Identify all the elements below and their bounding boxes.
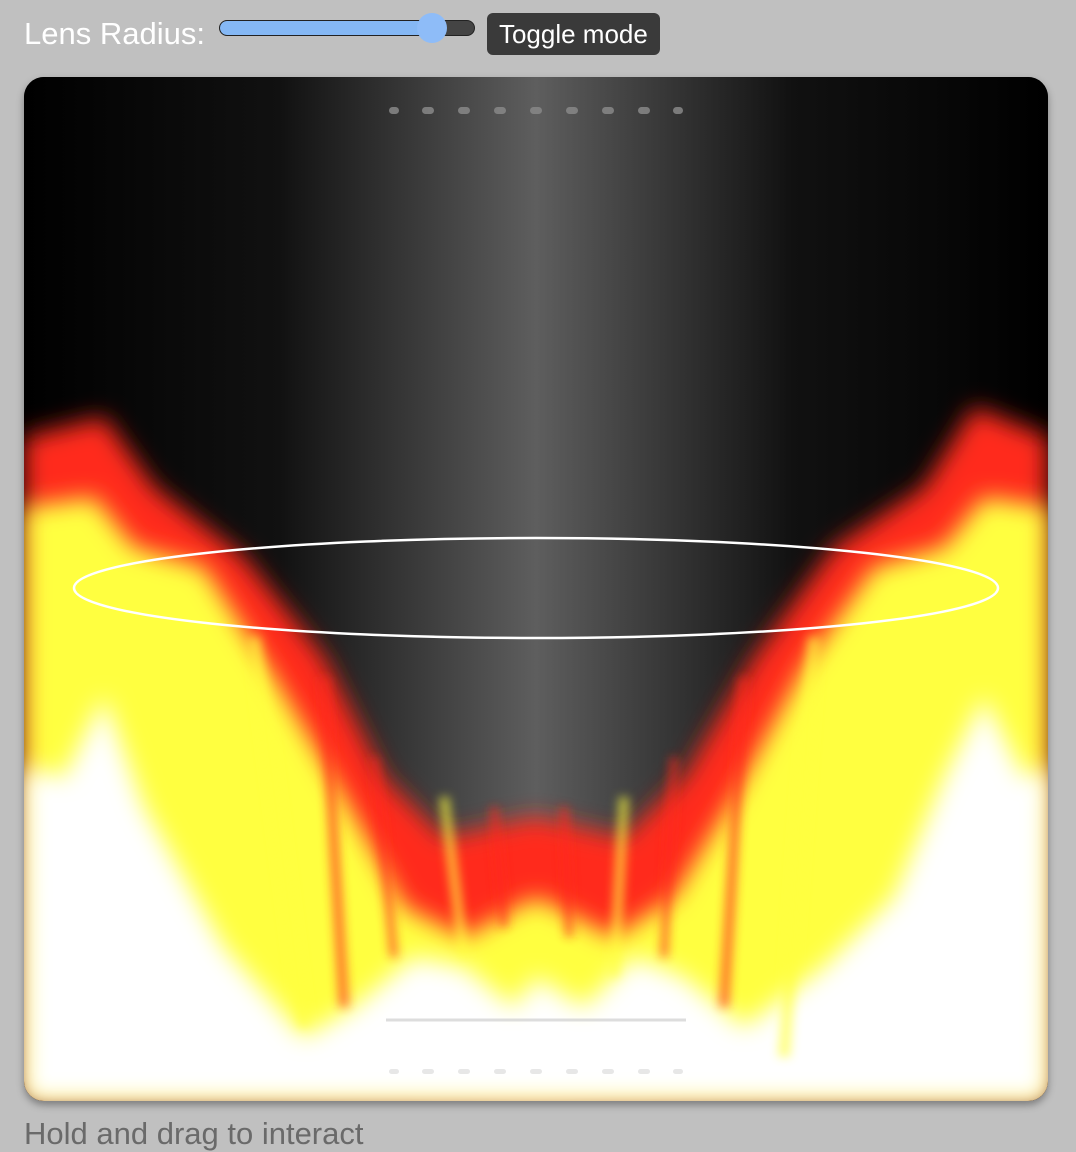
toolbar: Lens Radius: Toggle mode [24,12,660,56]
interaction-hint: Hold and drag to interact [24,1116,364,1151]
visualization-canvas[interactable] [24,77,1048,1101]
slider-fill [219,21,433,35]
visualization-svg[interactable] [24,77,1048,1101]
bottom-marker-dots [389,1069,683,1074]
lens-radius-label: Lens Radius: [24,16,205,51]
lens-radius-slider[interactable] [218,12,475,56]
toggle-mode-button[interactable]: Toggle mode [486,13,660,55]
slider-thumb[interactable] [416,13,447,43]
